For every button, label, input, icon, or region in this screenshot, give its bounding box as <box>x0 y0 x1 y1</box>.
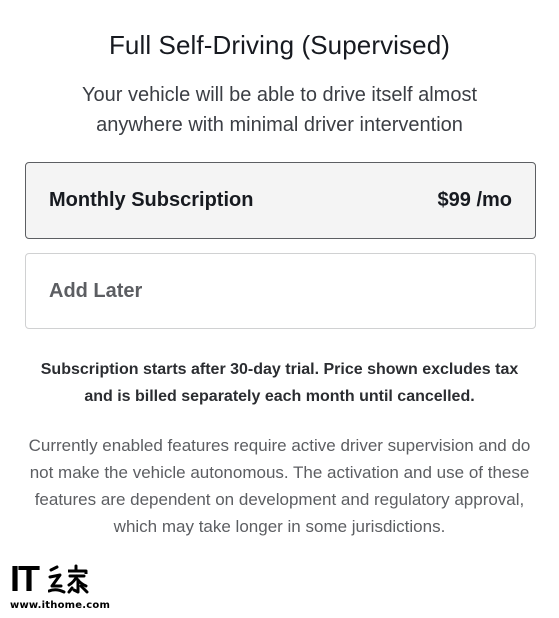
ithome-logo: IT <box>10 558 110 599</box>
page-subtitle: Your vehicle will be able to drive itsel… <box>81 84 477 136</box>
option-price: $99 /mo <box>437 189 512 211</box>
option-add-later[interactable]: Add Later <box>25 253 536 329</box>
page-title: Full Self-Driving (Supervised) <box>108 30 451 60</box>
option-label: Add Later <box>49 279 143 302</box>
subscription-disclaimer: Subscription starts after 30-day trial. … <box>40 361 519 405</box>
option-label: Monthly Subscription <box>49 189 254 211</box>
supervision-notice: Currently enabled features require activ… <box>28 436 531 536</box>
ithome-logo-it: IT <box>10 558 40 599</box>
ithome-url: www.ithome.com <box>10 600 111 611</box>
ithome-watermark: IT www.ithome.com <box>10 558 111 612</box>
ithome-logo-glyph-icon <box>48 564 89 594</box>
option-monthly-subscription[interactable]: Monthly Subscription $99 /mo <box>25 162 536 239</box>
